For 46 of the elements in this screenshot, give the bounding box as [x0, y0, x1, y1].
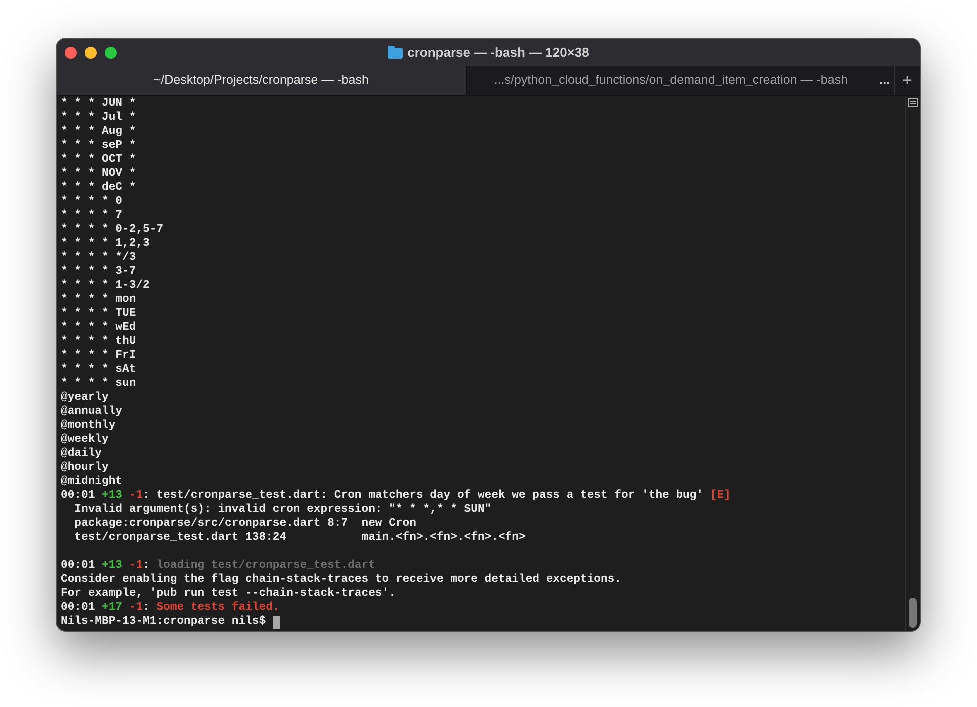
terminal-line: * * * JUN *	[61, 97, 136, 111]
text-cursor	[272, 616, 280, 628]
terminal-line: * * * * */3	[61, 251, 136, 265]
terminal-line: * * * NOV *	[61, 167, 136, 181]
terminal-line: * * * * sun	[61, 377, 136, 391]
terminal-line: Consider enabling the flag chain-stack-traces to receive more detailed exceptions.	[61, 573, 622, 587]
terminal-line: @midnight	[61, 475, 123, 489]
terminal-line: * * * * FrI	[61, 349, 136, 363]
terminal-line: @hourly	[61, 461, 109, 475]
terminal-line: * * * * 0-2,5-7	[61, 223, 164, 237]
terminal-line: * * * * 0	[61, 195, 123, 209]
terminal-line: * * * * 1,2,3	[61, 237, 150, 251]
terminal-line: For example, 'pub run test --chain-stack-traces'.	[61, 587, 396, 601]
terminal-line: package:cronparse/src/cronparse.dart 8:7 new Cron	[74, 517, 416, 531]
terminal-line: test/cronparse_test.dart 138:24 main.<fn>.<fn>.<fn>.<fn>	[74, 531, 526, 545]
split-pane-icon[interactable]	[908, 98, 918, 107]
folder-icon	[388, 46, 403, 59]
terminal-line: @monthly	[61, 419, 116, 433]
terminal-line: Invalid argument(s): invalid cron expression: "* * *,* * SUN"	[74, 503, 492, 517]
zoom-button[interactable]	[105, 47, 117, 59]
terminal-line: @yearly	[61, 391, 109, 405]
terminal-line: * * * deC *	[61, 181, 136, 195]
minimize-button[interactable]	[85, 47, 97, 59]
terminal-line: @weekly	[61, 433, 109, 447]
terminal-line: * * * Jul *	[61, 111, 136, 125]
terminal-line: * * * * wEd	[61, 321, 136, 335]
close-button[interactable]	[65, 47, 77, 59]
terminal-line: * * * seP *	[61, 139, 136, 153]
terminal-line: 00:01 +13 -1: loading test/cronparse_test.dart	[61, 559, 376, 573]
terminal-line: * * * Aug *	[61, 125, 136, 139]
shell-prompt: Nils-MBP-13-M1:cronparse nils$	[61, 615, 266, 629]
terminal-tab[interactable]: ~/Desktop/Projects/cronparse — -bash	[57, 66, 466, 95]
scrollbar-thumb[interactable]	[909, 598, 917, 628]
terminal-line: @annually	[61, 405, 123, 419]
terminal-line: * * * * 1-3/2	[61, 279, 150, 293]
terminal-line: 00:01 +13 -1: test/cronparse_test.dart: Cron matchers day of week we pass a test for 'the bug' [E]	[61, 489, 731, 503]
terminal-line: * * * * mon	[61, 293, 136, 307]
terminal-line: * * * * 7	[61, 209, 123, 223]
terminal-line: 00:01 +17 -1: Some tests failed.	[61, 601, 280, 615]
terminal-line: * * * OCT *	[61, 153, 136, 167]
terminal-line: * * * * 3-7	[61, 265, 136, 279]
window-title: cronparse — -bash — 120×38	[408, 44, 590, 62]
terminal-line: * * * * thU	[61, 335, 136, 349]
terminal-line: * * * * sAt	[61, 363, 136, 377]
terminal-line: * * * * TUE	[61, 307, 136, 321]
terminal-line: @daily	[61, 447, 102, 461]
